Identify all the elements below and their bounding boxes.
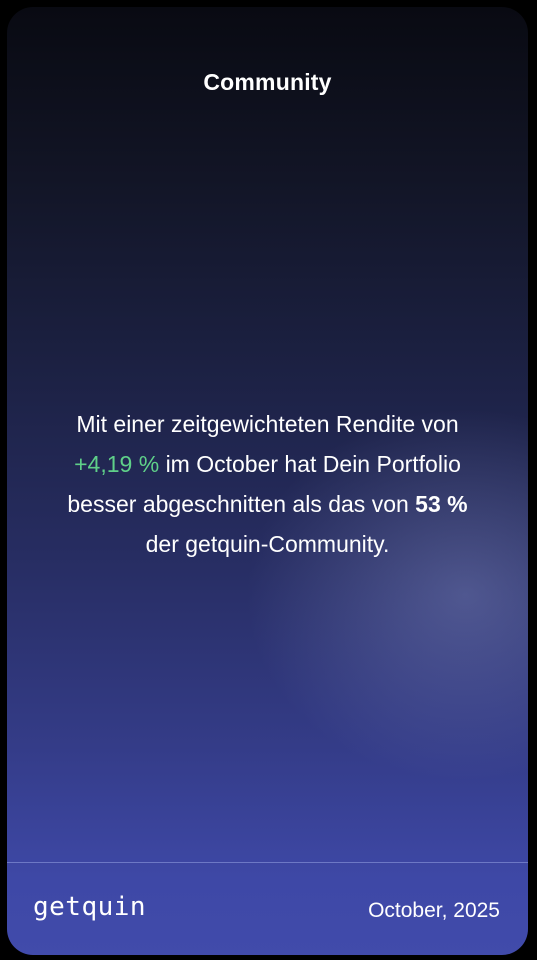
- message-middle-line2: besser abgeschnitten als das von: [67, 491, 409, 517]
- period-date: October, 2025: [368, 899, 500, 922]
- getquin-logo: getquin: [33, 892, 147, 922]
- message-prefix: Mit einer zeitgewichteten Rendite von: [76, 411, 459, 437]
- footer-divider: [7, 862, 528, 863]
- community-story-card[interactable]: Community Mit einer zeitgewichteten Rend…: [7, 7, 528, 955]
- community-comparison-text: Mit einer zeitgewichteten Rendite von +4…: [27, 404, 508, 564]
- message-middle-line: im October hat Dein Portfolio: [165, 451, 461, 477]
- card-title: Community: [203, 69, 332, 95]
- message-suffix: der getquin-Community.: [145, 531, 390, 557]
- return-value: +4,19 %: [74, 451, 160, 477]
- percentile-value: 53 %: [415, 491, 468, 517]
